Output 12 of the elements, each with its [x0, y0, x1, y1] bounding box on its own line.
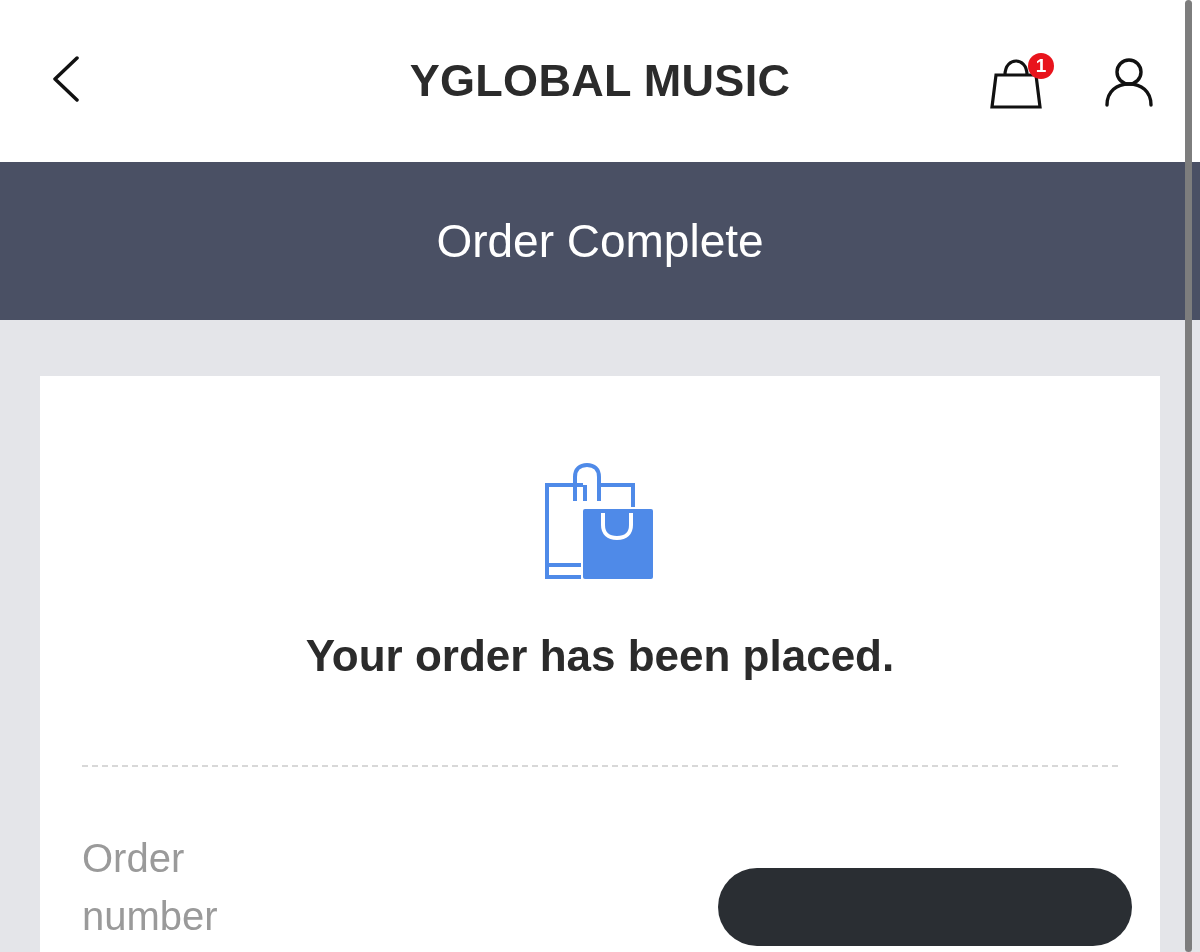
scrollbar-thumb[interactable] [1185, 0, 1192, 952]
back-chevron-icon [52, 56, 80, 102]
user-icon [1104, 57, 1154, 107]
cart-count-badge: 1 [1028, 53, 1054, 79]
cart-button[interactable]: 1 [990, 53, 1054, 109]
store-title: YGLOBAL MUSIC [409, 55, 791, 107]
back-button[interactable] [52, 56, 80, 102]
banner-title: Order Complete [436, 214, 764, 268]
account-button[interactable] [1104, 57, 1154, 107]
detail-label: Order number [82, 835, 219, 940]
shopping-bags-icon [545, 463, 655, 581]
confirmation-message: Your order has been placed. [305, 630, 895, 682]
